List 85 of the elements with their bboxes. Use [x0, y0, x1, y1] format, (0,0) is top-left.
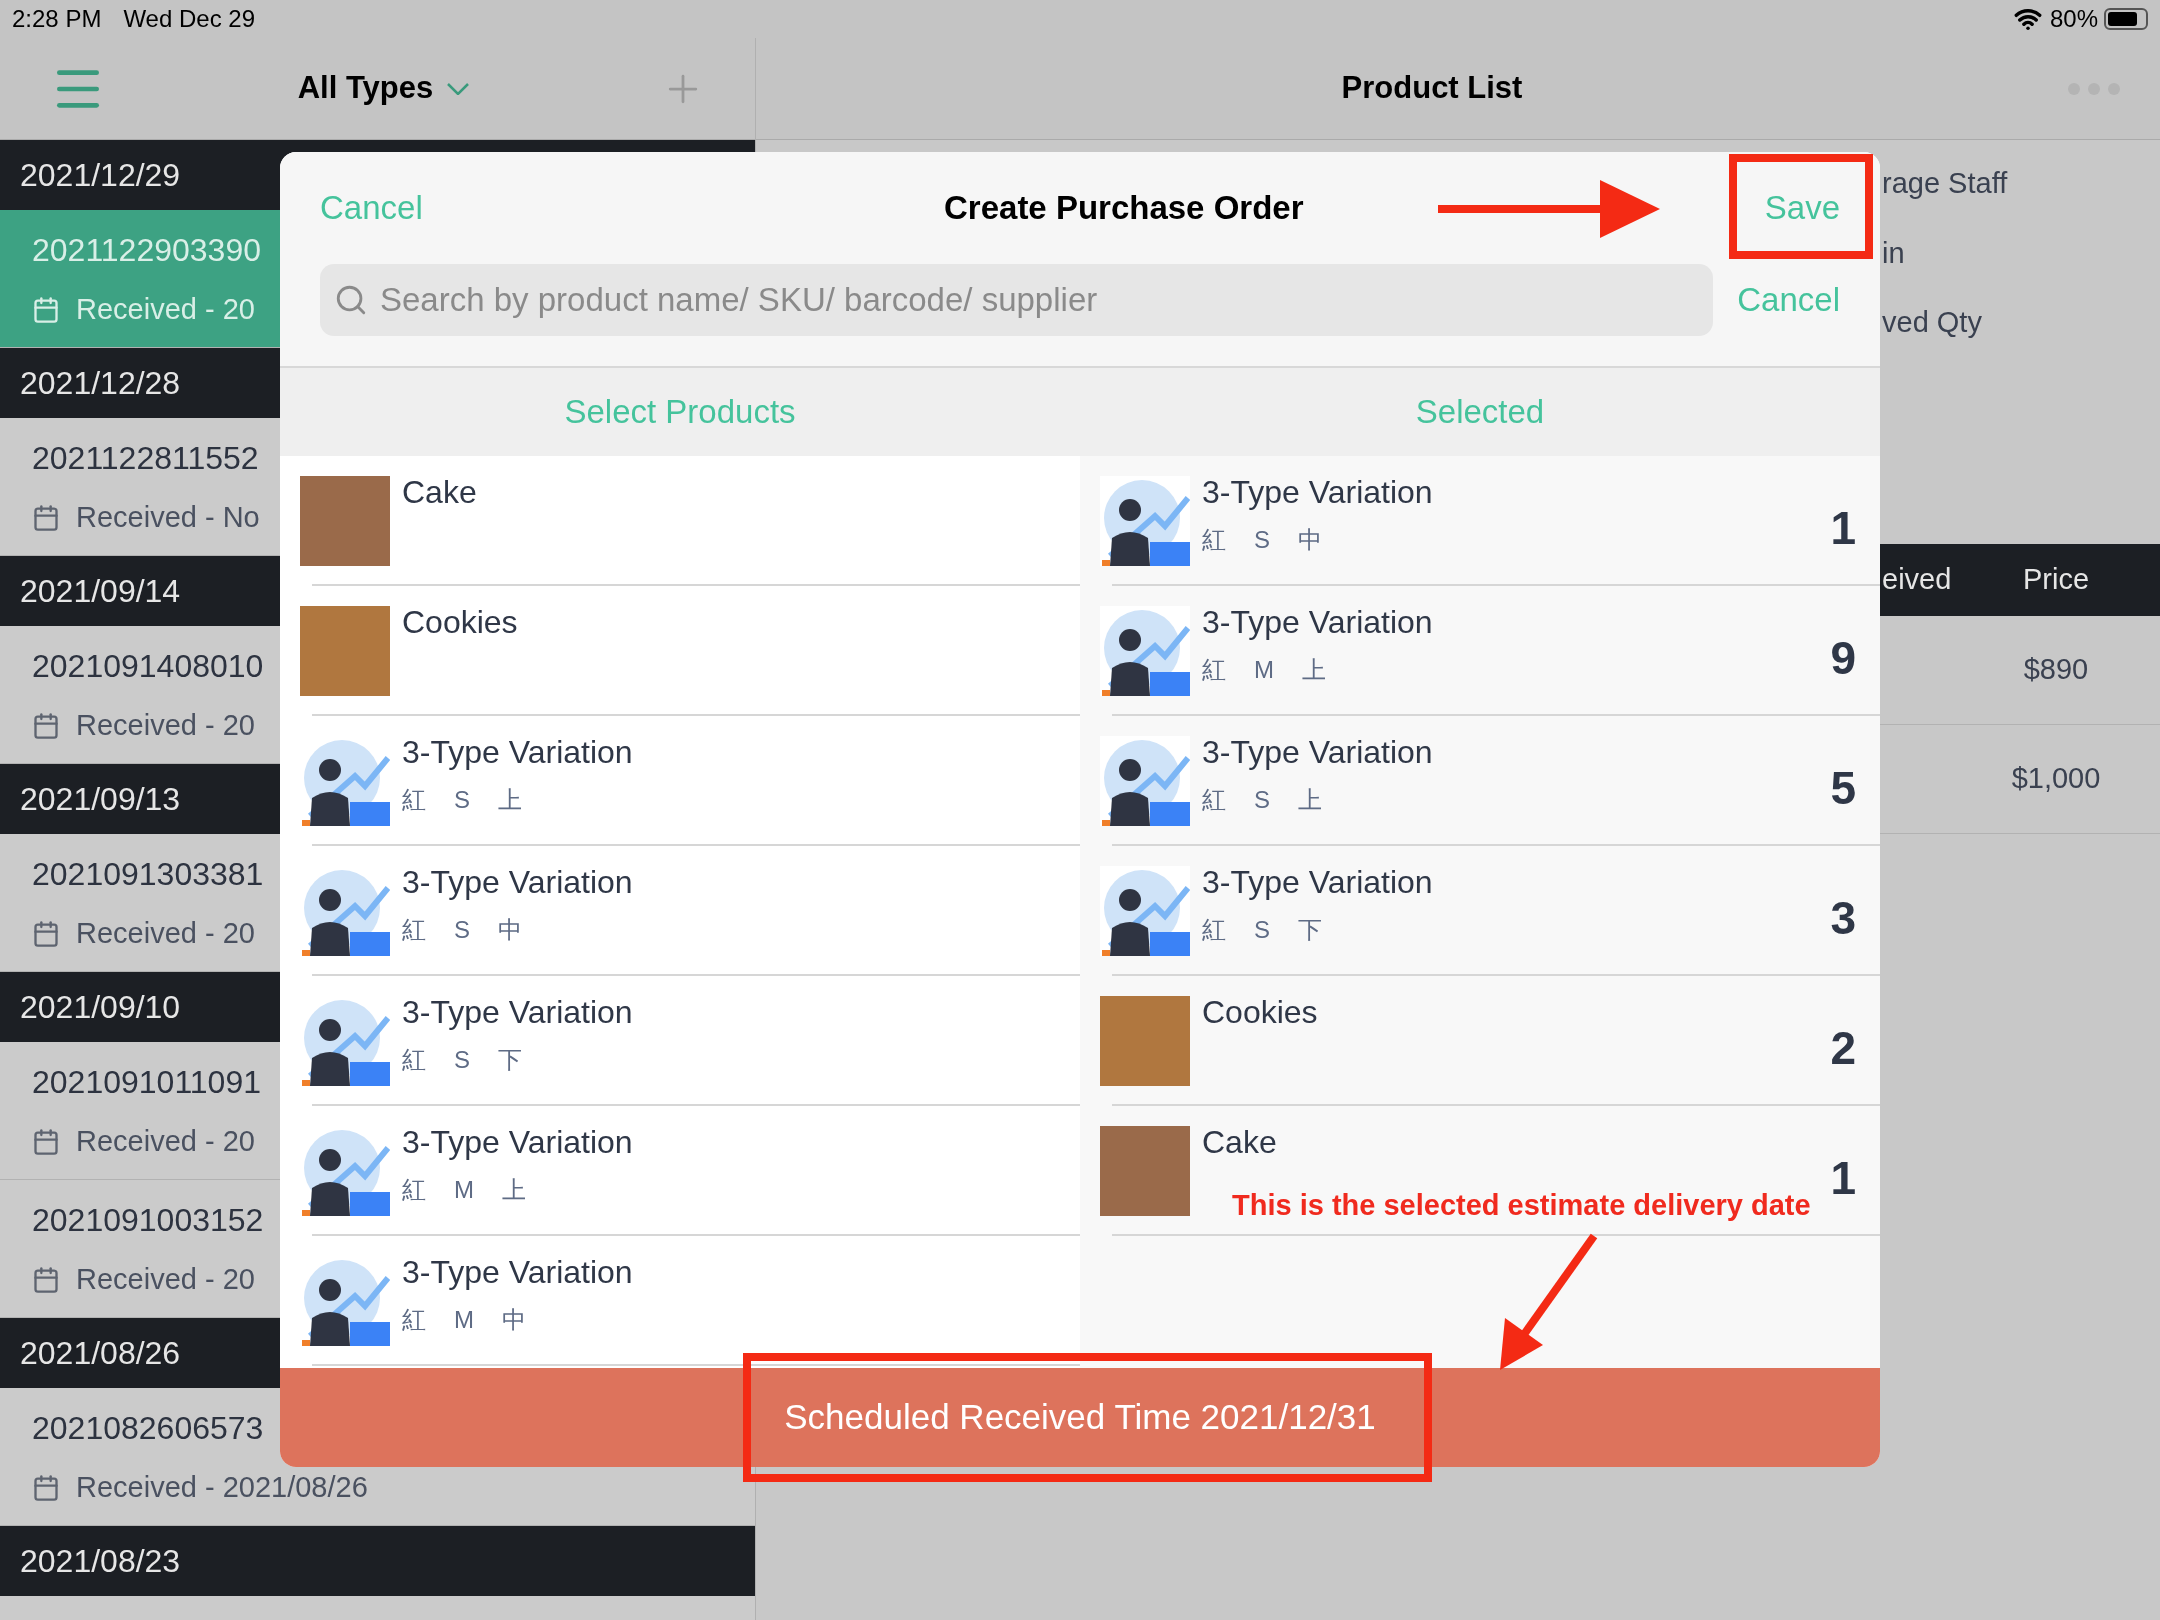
- variant-option: 下: [498, 1042, 522, 1078]
- search-field[interactable]: Search by product name/ SKU/ barcode/ supplier: [320, 264, 1714, 336]
- variant-option: 紅: [402, 1172, 426, 1208]
- product-name: 3-Type Variation: [1202, 863, 1434, 902]
- save-button[interactable]: Save: [1764, 183, 1840, 233]
- variant-option: M: [1254, 652, 1274, 688]
- order-status: Received - 2021/08/26: [76, 1469, 368, 1505]
- search-icon: [334, 283, 368, 317]
- variant-option: 紅: [1202, 522, 1226, 558]
- order-status: Received - 20: [76, 915, 255, 951]
- variant-option: S: [1254, 782, 1270, 818]
- price-cell-text: $1,000: [2010, 761, 2102, 797]
- order-status: Received - No: [76, 499, 260, 535]
- product-name: Cookies: [1202, 993, 1319, 1032]
- column-header: Price: [2021, 562, 2091, 598]
- column-header: eived: [1882, 562, 1953, 598]
- info-label: rage Staff: [1882, 166, 2009, 201]
- order-status: Received - 20: [76, 1123, 255, 1159]
- product-name: 3-Type Variation: [1202, 603, 1434, 642]
- quantity: 3: [1830, 890, 1856, 946]
- chevron-icon: [447, 82, 470, 95]
- column-heading: Selected: [1414, 392, 1546, 433]
- variant-option: 紅: [1202, 652, 1226, 688]
- info-label: ved Qty: [1882, 305, 1983, 340]
- variant-option: 紅: [1202, 782, 1226, 818]
- product-name: 3-Type Variation: [1202, 733, 1434, 772]
- order-status: Received - 20: [76, 1261, 255, 1297]
- order-number: 2021091303381: [32, 854, 264, 894]
- order-number: 2021091003152: [32, 1200, 264, 1240]
- order-number: 2021122811552: [32, 438, 259, 478]
- variant-option: 中: [1298, 522, 1322, 558]
- variant-option: S: [454, 782, 470, 818]
- variant-option: 紅: [402, 782, 426, 818]
- dialog-title: Create Purchase Order: [944, 188, 1304, 229]
- order-number: 2021091011091: [32, 1062, 261, 1102]
- variant-option: 上: [1302, 652, 1326, 688]
- variant-option: S: [1254, 522, 1270, 558]
- variant-option: S: [454, 912, 470, 948]
- variant-option: 紅: [402, 912, 426, 948]
- search-cancel-button[interactable]: Cancel: [1737, 275, 1840, 325]
- variant-option: S: [1254, 912, 1270, 948]
- scheduled-time-bar[interactable]: Scheduled Received Time 2021/12/31: [280, 1368, 1880, 1467]
- product-name: 3-Type Variation: [1202, 473, 1434, 512]
- product-name: 3-Type Variation: [402, 993, 634, 1032]
- order-status: Received - 20: [76, 707, 255, 743]
- date-header: 2021/08/23: [0, 1526, 755, 1596]
- variant-option: 上: [498, 782, 522, 818]
- calendar-icon: [32, 295, 60, 324]
- calendar-icon: [32, 1265, 60, 1294]
- order-number: 2021082606573: [32, 1408, 264, 1448]
- price-cell-text: $890: [2022, 652, 2090, 688]
- info-label: in: [1882, 235, 1906, 271]
- annotation-note: This is the selected estimate delivery date: [1232, 1188, 1811, 1223]
- variant-option: M: [454, 1172, 474, 1208]
- quantity: 1: [1830, 1150, 1856, 1206]
- variant-option: S: [454, 1042, 470, 1078]
- product-name: Cake: [1202, 1123, 1278, 1162]
- product-name: 3-Type Variation: [402, 1253, 634, 1292]
- order-number: 2021122903390: [32, 230, 261, 270]
- quantity: 9: [1830, 630, 1856, 686]
- variant-option: 紅: [402, 1042, 426, 1078]
- battery-icon: [2104, 8, 2148, 30]
- calendar-icon: [32, 503, 60, 532]
- variant-option: 紅: [1202, 912, 1226, 948]
- quantity: 2: [1830, 1020, 1856, 1076]
- calendar-icon: [32, 1127, 60, 1156]
- variant-option: 中: [498, 912, 522, 948]
- status-date: Wed Dec 29: [123, 4, 255, 34]
- battery-percent: 80%: [2049, 4, 2098, 34]
- variant-option: 上: [1298, 782, 1322, 818]
- calendar-icon: [32, 1473, 60, 1502]
- status-time: 2:28 PM: [12, 4, 102, 34]
- product-name: 3-Type Variation: [402, 863, 634, 902]
- variant-option: 上: [502, 1172, 526, 1208]
- order-status: Received - 20: [76, 291, 255, 327]
- variant-option: 下: [1298, 912, 1322, 948]
- page-title: Product List: [1340, 69, 1524, 108]
- order-number: 2021091408010: [32, 646, 264, 686]
- calendar-icon: [32, 711, 60, 740]
- quantity: 5: [1830, 760, 1856, 816]
- quantity: 1: [1830, 500, 1856, 556]
- product-name: 3-Type Variation: [402, 1123, 634, 1162]
- calendar-icon: [32, 919, 60, 948]
- product-name: Cake: [402, 473, 478, 512]
- type-filter-dropdown[interactable]: All Types: [297, 65, 470, 112]
